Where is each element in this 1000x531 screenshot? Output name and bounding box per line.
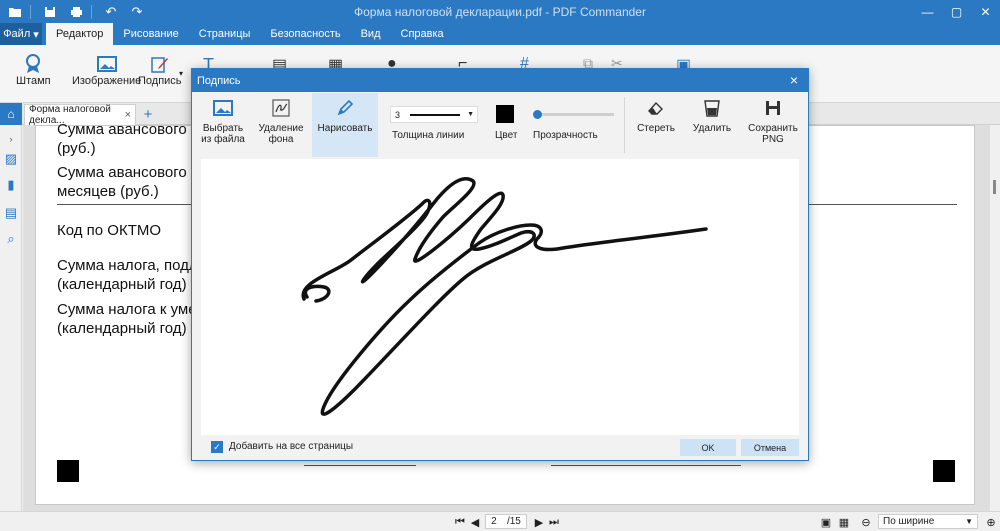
tab-pages[interactable]: Страницы [189, 23, 261, 45]
stamp-icon [24, 53, 42, 75]
redo-icon[interactable]: ↷ [126, 1, 148, 23]
expand-sidebar-icon[interactable]: › [3, 131, 19, 147]
close-icon[interactable]: × [786, 72, 802, 88]
signature-line [304, 465, 416, 466]
tab-security[interactable]: Безопасность [260, 23, 350, 45]
single-page-view-icon[interactable]: ▣ [820, 515, 832, 529]
image-icon [213, 93, 233, 123]
tab-drawing[interactable]: Рисование [113, 23, 188, 45]
signature-drawing [301, 177, 708, 416]
chevron-down-icon: ▼ [467, 111, 474, 118]
line-width-preview [410, 113, 461, 116]
signature-line [551, 465, 741, 466]
zoom-select[interactable]: По ширине ▼ [878, 514, 978, 529]
signature-dropdown-icon[interactable]: ▾ [179, 69, 183, 78]
first-page-icon[interactable]: ⏮ [455, 515, 465, 529]
doc-text-line: Сумма авансового п [57, 164, 199, 181]
doc-text-line: Код по ОКТМО [57, 222, 162, 239]
divider [91, 4, 92, 19]
color-swatch[interactable] [496, 105, 514, 123]
signature-button[interactable]: Подпись [138, 53, 182, 87]
doc-text-line: (календарный год) (р [57, 320, 205, 337]
maximize-icon[interactable]: ▢ [942, 0, 971, 23]
image-button[interactable]: Изображение [72, 53, 141, 87]
close-window-icon[interactable]: ✕ [971, 0, 1000, 23]
zoom-in-icon[interactable]: ⊕ [985, 515, 997, 529]
title-bar: ↶ ↷ Форма налоговой декларации.pdf - PDF… [0, 0, 1000, 23]
page-number-field[interactable]: 2 /15 [485, 514, 527, 529]
remove-background-button[interactable]: Удаление фона [256, 93, 306, 157]
doc-text-line: Сумма налога к умен [57, 301, 205, 318]
comments-icon[interactable]: ▤ [3, 205, 19, 221]
prev-page-icon[interactable]: ◀ [470, 515, 480, 529]
corner-marker [933, 460, 955, 482]
scrollbar-thumb[interactable] [993, 180, 996, 194]
doc-text-line: месяцев (руб.) [57, 183, 159, 200]
apply-all-label: Добавить на все страницы [229, 441, 354, 452]
undo-icon[interactable]: ↶ [100, 1, 122, 23]
tab-view[interactable]: Вид [351, 23, 391, 45]
doc-text-line: Сумма налога, подл [57, 257, 198, 274]
opacity-slider-knob[interactable] [533, 110, 542, 119]
tab-editor[interactable]: Редактор [46, 23, 114, 45]
apply-all-checkbox[interactable]: ✓ [211, 441, 223, 453]
last-page-icon[interactable]: ⏭ [549, 515, 559, 529]
save-icon [765, 93, 781, 123]
vertical-scrollbar[interactable] [990, 125, 1000, 511]
search-icon[interactable]: ⌕ [3, 231, 19, 247]
corner-marker [57, 460, 79, 482]
chevron-down-icon: ▼ [965, 517, 973, 526]
window-controls: — ▢ ✕ [913, 0, 1000, 23]
signature-toolbar: Выбрать из файла Удаление фона Нарисоват… [192, 93, 808, 157]
bookmarks-icon[interactable]: ▮ [3, 177, 19, 193]
signature-icon [272, 93, 290, 123]
cancel-button[interactable]: Отмена [741, 439, 799, 456]
stamp-button[interactable]: Штамп [16, 53, 51, 87]
image-icon [96, 53, 117, 75]
pen-icon [151, 53, 169, 75]
dialog-title-bar: Подпись × [192, 69, 808, 92]
signature-dialog: Подпись × Выбрать из файла Удаление фона… [191, 68, 809, 461]
dialog-footer: ✓ Добавить на все страницы OK Отмена [192, 435, 808, 461]
file-menu-button[interactable]: Файл ▾ [0, 23, 42, 45]
thumbnails-icon[interactable]: ▨ [3, 151, 19, 167]
save-png-button[interactable]: Сохранить PNG [744, 93, 802, 157]
line-width-select[interactable]: 3 ▼ [390, 106, 478, 123]
glass-icon [704, 93, 720, 123]
next-page-icon[interactable]: ▶ [534, 515, 544, 529]
doc-text-line: Сумма авансового п [57, 121, 199, 138]
eraser-icon [647, 93, 665, 123]
color-label: Цвет [495, 130, 518, 141]
menu-bar: Файл ▾ Редактор Рисование Страницы Безоп… [0, 23, 1000, 45]
ok-button[interactable]: OK [680, 439, 736, 456]
doc-text-line: (руб.) [57, 140, 96, 157]
status-bar: ⏮ ◀ 2 /15 ▶ ⏭ ▣ ▦ ⊖ По ширине ▼ ⊕ [0, 511, 1000, 531]
grid-view-icon[interactable]: ▦ [838, 515, 850, 529]
zoom-out-icon[interactable]: ⊖ [860, 515, 872, 529]
minimize-icon[interactable]: — [913, 0, 942, 23]
open-folder-icon[interactable] [4, 1, 26, 23]
line-width-label: Толщина линии [392, 130, 465, 141]
draw-button[interactable]: Нарисовать [312, 93, 378, 157]
opacity-label: Прозрачность [533, 130, 598, 141]
doc-text-line: (календарный год) (р [57, 276, 205, 293]
window-title: Форма налоговой декларации.pdf - PDF Com… [354, 5, 646, 19]
delete-button[interactable]: Удалить [690, 93, 734, 157]
tab-help[interactable]: Справка [391, 23, 454, 45]
divider [30, 4, 31, 19]
home-icon[interactable]: ⌂ [0, 103, 22, 125]
print-icon[interactable] [65, 1, 87, 23]
left-sidebar: › ▨ ▮ ▤ ⌕ [0, 125, 22, 511]
save-icon[interactable] [39, 1, 61, 23]
choose-file-button[interactable]: Выбрать из файла [200, 93, 246, 157]
erase-button[interactable]: Стереть [634, 93, 678, 157]
opacity-slider[interactable] [533, 110, 614, 119]
dialog-title: Подпись [197, 74, 241, 87]
pen-icon [336, 93, 354, 123]
signature-canvas[interactable] [201, 159, 799, 435]
divider [624, 97, 625, 153]
